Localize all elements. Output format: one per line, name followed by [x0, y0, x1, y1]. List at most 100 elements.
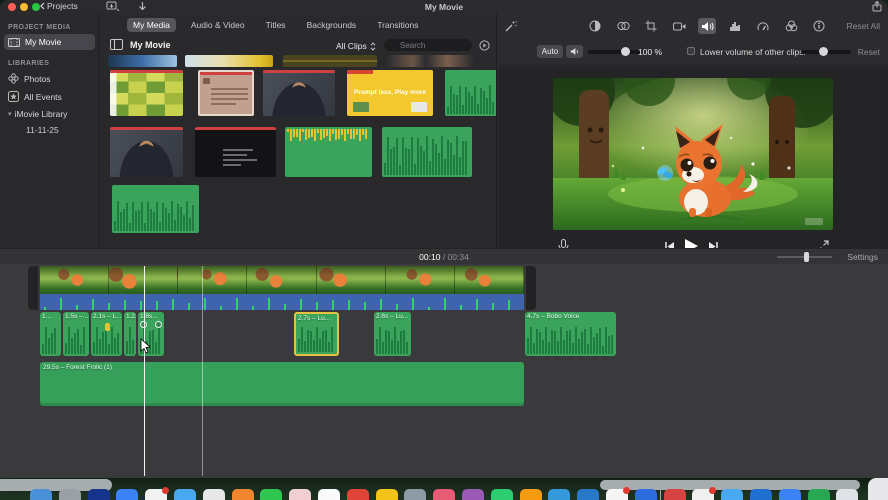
timeline-audio-clip[interactable]: 2.1s – L... — [91, 312, 122, 356]
noise-reduction-icon[interactable] — [726, 18, 744, 34]
timeline-audio-clip[interactable]: 1.2... — [124, 312, 136, 356]
doc-text-line — [211, 98, 248, 100]
dock-app-icon[interactable] — [260, 489, 283, 500]
tab-titles[interactable]: Titles — [260, 18, 292, 32]
chevron-down-icon[interactable]: ▾ — [8, 110, 12, 118]
dock-app-icon[interactable] — [433, 489, 456, 500]
dock-app-icon[interactable] — [634, 489, 657, 500]
color-correction-icon[interactable] — [614, 18, 632, 34]
magic-wand-icon[interactable] — [504, 20, 517, 33]
ducking-slider[interactable] — [801, 47, 851, 56]
media-thumb-strip[interactable] — [387, 55, 473, 67]
dock-app-icon[interactable] — [346, 489, 369, 500]
dock-app-icon[interactable] — [548, 489, 571, 500]
dock-app-icon[interactable] — [202, 489, 225, 500]
volume-slider[interactable] — [588, 47, 640, 56]
dock-app-icon[interactable] — [231, 489, 254, 500]
crop-icon[interactable] — [642, 18, 660, 34]
dock-app-icon[interactable] — [577, 489, 600, 500]
clip-label: 29.5s – Forest Frolic (1) — [43, 364, 112, 371]
clip-label: 2.6s – Lu... — [376, 313, 409, 320]
dock-app-icon[interactable] — [692, 487, 717, 500]
adjustments-and-viewer-pane: Reset All Auto 100 % Lower volume of oth… — [498, 14, 888, 254]
tab-my-media[interactable]: My Media — [127, 18, 176, 32]
timeline-music-clip[interactable]: 29.5s – Forest Frolic (1) — [40, 362, 524, 406]
dock-app-icon[interactable] — [721, 489, 744, 500]
playhead[interactable] — [144, 266, 145, 476]
clip-filter-dropdown[interactable]: All Clips — [336, 41, 376, 51]
filters-icon[interactable] — [782, 18, 800, 34]
dock-app-icon[interactable] — [490, 489, 513, 500]
media-thumb-terminal[interactable] — [195, 127, 276, 177]
timeline-audio-clip[interactable]: 4.7s – Bobo Voice — [525, 312, 616, 356]
tab-backgrounds[interactable]: Backgrounds — [301, 18, 363, 32]
volume-controls-row: Auto 100 % Lower volume of other clips: … — [498, 40, 888, 66]
tab-transitions[interactable]: Transitions — [371, 18, 424, 32]
media-thumb-document[interactable] — [198, 70, 254, 116]
timeline-settings-button[interactable]: Settings — [847, 252, 878, 262]
mute-button[interactable] — [566, 45, 583, 58]
sidebar-item-my-movie[interactable]: My Movie — [4, 34, 95, 50]
timeline-audio-clip[interactable]: 1... — [40, 312, 61, 356]
timeline-zoom-slider[interactable] — [777, 252, 832, 262]
media-thumb-strip[interactable] — [185, 55, 273, 67]
clip-waveform — [376, 324, 409, 354]
media-thumb-audio[interactable] — [382, 127, 472, 177]
dock-app-icon[interactable] — [778, 489, 801, 500]
media-thumb-audio[interactable] — [445, 70, 496, 116]
continuous-playback-icon[interactable] — [479, 40, 490, 51]
dock-app-icon[interactable] — [58, 489, 81, 500]
dock-app-icon[interactable] — [750, 489, 772, 500]
dock-app-icon[interactable] — [116, 489, 139, 500]
lower-volume-checkbox[interactable] — [687, 47, 695, 55]
fade-handle[interactable] — [155, 321, 162, 328]
ducking-slider-knob[interactable] — [819, 47, 828, 56]
color-balance-icon[interactable] — [586, 18, 604, 34]
sidebar-item-photos[interactable]: Photos — [4, 70, 95, 87]
dock-app-icon[interactable] — [375, 489, 398, 500]
media-thumb-person-video[interactable] — [263, 70, 335, 116]
sidebar-item-imovie-library[interactable]: ▾ iMovie Library — [4, 106, 95, 122]
dock-app-icon[interactable] — [606, 487, 630, 500]
dock-app-icon[interactable] — [519, 489, 542, 500]
search-input[interactable] — [384, 39, 472, 51]
media-thumb-strip[interactable] — [283, 55, 377, 67]
sidebar-toggle-icon[interactable] — [110, 39, 123, 50]
speed-icon[interactable] — [754, 18, 772, 34]
timeline-audio-clip[interactable]: 2.6s – Lu... — [374, 312, 411, 356]
media-thumb-audio[interactable] — [112, 185, 199, 233]
dock-app-icon[interactable] — [663, 489, 686, 500]
timeline-audio-clip[interactable]: 2.7s – Lu... — [294, 312, 339, 356]
media-thumb-person-video[interactable] — [110, 127, 183, 177]
info-icon[interactable] — [810, 18, 828, 34]
auto-volume-button[interactable]: Auto — [537, 45, 563, 58]
dock-app-icon[interactable] — [807, 489, 830, 500]
share-icon[interactable] — [872, 1, 882, 12]
dock-app-icon[interactable] — [318, 489, 340, 500]
audio-waveform — [114, 198, 197, 231]
dock-app-icon[interactable] — [30, 489, 52, 500]
sidebar-item-event-date[interactable]: 11-11-25 — [26, 123, 99, 137]
dock-app-icon[interactable] — [289, 489, 312, 500]
media-thumb-strip[interactable] — [108, 55, 177, 67]
dock-app-icon[interactable] — [174, 489, 196, 500]
reset-all-button[interactable]: Reset All — [846, 21, 880, 31]
stabilization-icon[interactable] — [670, 18, 688, 34]
sidebar-item-all-events[interactable]: All Events — [4, 88, 95, 105]
reset-button[interactable]: Reset — [858, 47, 880, 57]
volume-icon[interactable] — [698, 18, 716, 34]
timeline-zoom-thumb[interactable] — [804, 252, 809, 262]
dock-app-icon[interactable] — [404, 489, 427, 500]
media-thumb-promo[interactable]: Prompt less, Play more — [347, 70, 433, 116]
volume-slider-knob[interactable] — [621, 47, 630, 56]
dock-app-icon[interactable] — [145, 487, 170, 500]
timeline-audio-clip[interactable]: 1.5s –... — [63, 312, 89, 356]
media-thumb-audio[interactable] — [285, 127, 372, 177]
dock-app-icon[interactable] — [836, 489, 859, 500]
tab-audio-video[interactable]: Audio & Video — [185, 18, 251, 32]
timeline[interactable]: 1... 1.5s –... 2.1s – L... 1.2... 1.8s... 2.7… — [0, 264, 888, 478]
media-thumb-collage[interactable] — [110, 70, 183, 116]
dock-app-icon[interactable] — [87, 489, 110, 500]
imovie-window: Projects My Movie PROJECT MEDIA My Movie… — [0, 0, 888, 478]
dock-app-icon[interactable] — [462, 489, 484, 500]
